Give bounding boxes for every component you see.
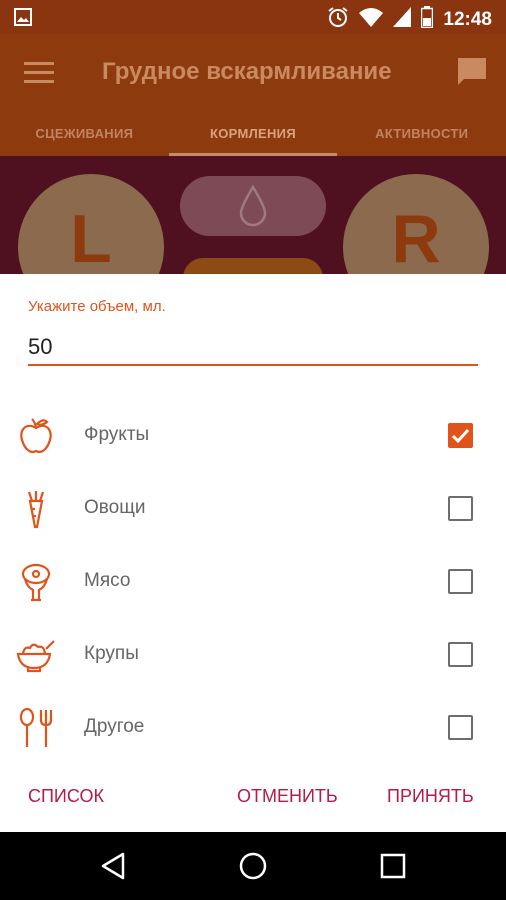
spoon-fork-icon (16, 707, 56, 748)
vegetables-checkbox[interactable] (448, 496, 473, 521)
list-item-cereals[interactable]: Крупы (0, 625, 506, 685)
drop-icon (239, 185, 267, 227)
list-button[interactable]: СПИСОК (28, 786, 104, 807)
accept-button[interactable]: ПРИНЯТЬ (387, 786, 474, 807)
left-letter: L (70, 201, 112, 274)
right-letter: R (391, 201, 441, 274)
item-label: Крупы (84, 643, 139, 664)
tab-expressing[interactable]: СЦЕЖИВАНИЯ (0, 122, 169, 156)
page-title: Грудное вскармливание (102, 58, 392, 85)
carrot-icon (16, 489, 56, 529)
item-label: Мясо (84, 570, 131, 591)
volume-label: Укажите объем, мл. (28, 298, 166, 315)
food-button (183, 258, 323, 274)
drop-button (180, 176, 326, 236)
fruits-checkbox[interactable] (448, 423, 473, 448)
cancel-button[interactable]: ОТМЕНИТЬ (237, 786, 338, 807)
back-icon[interactable] (97, 850, 129, 882)
apple-icon (16, 416, 56, 456)
item-label: Другое (84, 716, 145, 737)
status-bar: 12:48 (0, 0, 506, 34)
food-dialog: Укажите объем, мл. Фрукты Овощи Мясо Кру… (0, 274, 506, 832)
right-breast-button: R (343, 174, 489, 274)
background-feeding-panel: L R (0, 156, 506, 274)
tab-bar: СЦЕЖИВАНИЯ КОРМЛЕНИЯ АКТИВНОСТИ (0, 122, 506, 156)
home-icon[interactable] (237, 850, 269, 882)
meat-checkbox[interactable] (448, 569, 473, 594)
signal-icon (393, 7, 412, 32)
recents-icon[interactable] (377, 850, 409, 882)
porridge-bowl-icon (16, 635, 56, 675)
list-item-vegetables[interactable]: Овощи (0, 479, 506, 539)
navigation-bar (0, 832, 506, 900)
item-label: Овощи (84, 497, 146, 518)
app-bar: Грудное вскармливание СЦЕЖИВАНИЯ КОРМЛЕН… (0, 34, 506, 156)
image-icon (14, 8, 32, 31)
volume-input[interactable] (28, 330, 478, 366)
alarm-icon (327, 6, 349, 33)
other-checkbox[interactable] (448, 715, 473, 740)
list-item-other[interactable]: Другое (0, 698, 506, 758)
menu-icon[interactable] (24, 62, 54, 86)
cereals-checkbox[interactable] (448, 642, 473, 667)
tab-feeding[interactable]: КОРМЛЕНИЯ (168, 122, 338, 156)
list-item-fruits[interactable]: Фрукты (0, 406, 506, 466)
wifi-icon (359, 7, 384, 32)
item-label: Фрукты (84, 424, 150, 445)
list-item-meat[interactable]: Мясо (0, 552, 506, 612)
left-breast-button: L (18, 174, 164, 274)
battery-icon (421, 6, 434, 33)
chat-icon[interactable] (456, 56, 488, 93)
meat-icon (16, 562, 56, 602)
status-time: 12:48 (443, 8, 492, 30)
tab-activities[interactable]: АКТИВНОСТИ (337, 122, 506, 156)
dialog-actions: СПИСОК ОТМЕНИТЬ ПРИНЯТЬ (0, 786, 506, 816)
